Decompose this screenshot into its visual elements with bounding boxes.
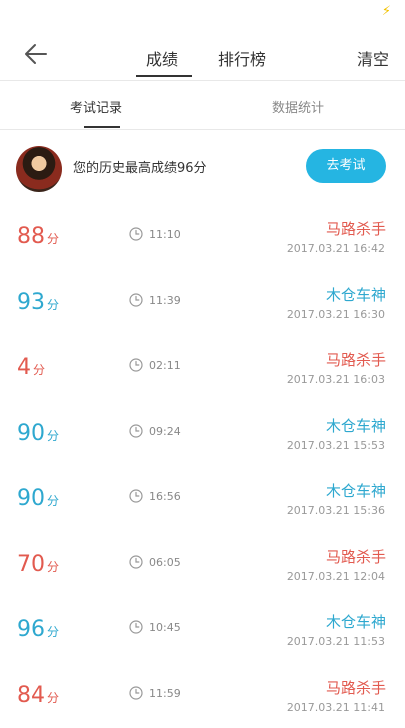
clock-icon <box>129 555 143 569</box>
clock-icon <box>129 424 143 438</box>
score-value: 70 <box>17 552 45 577</box>
record-title: 马路杀手 <box>326 349 386 370</box>
score-unit: 分 <box>47 232 59 246</box>
record-duration: 11:39 <box>149 294 181 307</box>
record-title: 马路杀手 <box>326 546 386 567</box>
record-row[interactable]: 84分 11:59 马路杀手 2017.03.21 11:41 <box>0 663 405 728</box>
clock-icon <box>129 358 143 372</box>
record-date: 2017.03.21 11:41 <box>287 701 385 714</box>
avatar <box>16 146 62 192</box>
record-score: 90分 <box>17 421 59 446</box>
tab-ranking[interactable]: 排行榜 <box>218 46 266 70</box>
clear-button[interactable]: 清空 <box>357 46 389 70</box>
clock-icon <box>129 489 143 503</box>
clock-icon <box>129 227 143 241</box>
record-title: 马路杀手 <box>326 218 386 239</box>
record-duration: 10:45 <box>149 621 181 634</box>
score-unit: 分 <box>47 298 59 312</box>
record-title: 木仓车神 <box>326 284 386 305</box>
record-duration: 11:10 <box>149 228 181 241</box>
score-value: 84 <box>17 683 45 708</box>
clock-icon <box>129 620 143 634</box>
score-unit: 分 <box>33 363 45 377</box>
record-score: 88分 <box>17 224 59 249</box>
record-duration: 06:05 <box>149 556 181 569</box>
record-date: 2017.03.21 12:04 <box>287 570 385 583</box>
top-navigation: 成绩 排行榜 清空 <box>0 28 405 81</box>
record-date: 2017.03.21 16:03 <box>287 373 385 386</box>
record-score: 93分 <box>17 290 59 315</box>
record-date: 2017.03.21 11:53 <box>287 635 385 648</box>
score-unit: 分 <box>47 494 59 508</box>
record-duration: 09:24 <box>149 425 181 438</box>
sub-tabs: 考试记录 数据统计 <box>0 81 405 130</box>
record-row[interactable]: 4分 02:11 马路杀手 2017.03.21 16:03 <box>0 335 405 401</box>
lightning-bolt-icon: ⚡ <box>382 4 391 19</box>
record-score: 90分 <box>17 486 59 511</box>
score-unit: 分 <box>47 691 59 705</box>
subtab-exam-records[interactable]: 考试记录 <box>70 97 122 116</box>
status-bar: ⚡ <box>0 0 405 28</box>
clock-icon <box>129 293 143 307</box>
score-unit: 分 <box>47 560 59 574</box>
score-value: 88 <box>17 224 45 249</box>
score-value: 93 <box>17 290 45 315</box>
record-row[interactable]: 88分 11:10 马路杀手 2017.03.21 16:42 <box>0 204 405 270</box>
record-title: 马路杀手 <box>326 677 386 698</box>
score-value: 90 <box>17 421 45 446</box>
record-date: 2017.03.21 15:53 <box>287 439 385 452</box>
score-unit: 分 <box>47 429 59 443</box>
record-score: 70分 <box>17 552 59 577</box>
score-unit: 分 <box>47 625 59 639</box>
record-duration: 02:11 <box>149 359 181 372</box>
record-date: 2017.03.21 15:36 <box>287 504 385 517</box>
record-row[interactable]: 70分 06:05 马路杀手 2017.03.21 12:04 <box>0 532 405 598</box>
active-tab-indicator <box>136 75 192 77</box>
best-score-text: 您的历史最高成绩96分 <box>73 157 207 176</box>
record-title: 木仓车神 <box>326 415 386 436</box>
record-title: 木仓车神 <box>326 480 386 501</box>
score-value: 90 <box>17 486 45 511</box>
record-score: 4分 <box>17 355 45 380</box>
record-row[interactable]: 93分 11:39 木仓车神 2017.03.21 16:30 <box>0 270 405 336</box>
active-subtab-indicator <box>84 126 120 128</box>
record-row[interactable]: 90分 09:24 木仓车神 2017.03.21 15:53 <box>0 401 405 467</box>
clock-icon <box>129 686 143 700</box>
record-score: 84分 <box>17 683 59 708</box>
exam-record-list: 88分 11:10 马路杀手 2017.03.21 16:42 93分 11:3… <box>0 204 405 728</box>
record-title: 木仓车神 <box>326 611 386 632</box>
back-arrow-icon[interactable] <box>22 40 50 68</box>
subtab-statistics[interactable]: 数据统计 <box>272 97 324 116</box>
take-exam-button[interactable]: 去考试 <box>306 149 386 183</box>
record-duration: 11:59 <box>149 687 181 700</box>
record-row[interactable]: 96分 10:45 木仓车神 2017.03.21 11:53 <box>0 597 405 663</box>
score-value: 4 <box>17 355 31 380</box>
record-duration: 16:56 <box>149 490 181 503</box>
best-score-banner: 您的历史最高成绩96分 去考试 <box>0 130 405 204</box>
record-row[interactable]: 90分 16:56 木仓车神 2017.03.21 15:36 <box>0 466 405 532</box>
score-value: 96 <box>17 617 45 642</box>
record-date: 2017.03.21 16:42 <box>287 242 385 255</box>
record-score: 96分 <box>17 617 59 642</box>
record-date: 2017.03.21 16:30 <box>287 308 385 321</box>
tab-scores[interactable]: 成绩 <box>146 46 178 70</box>
